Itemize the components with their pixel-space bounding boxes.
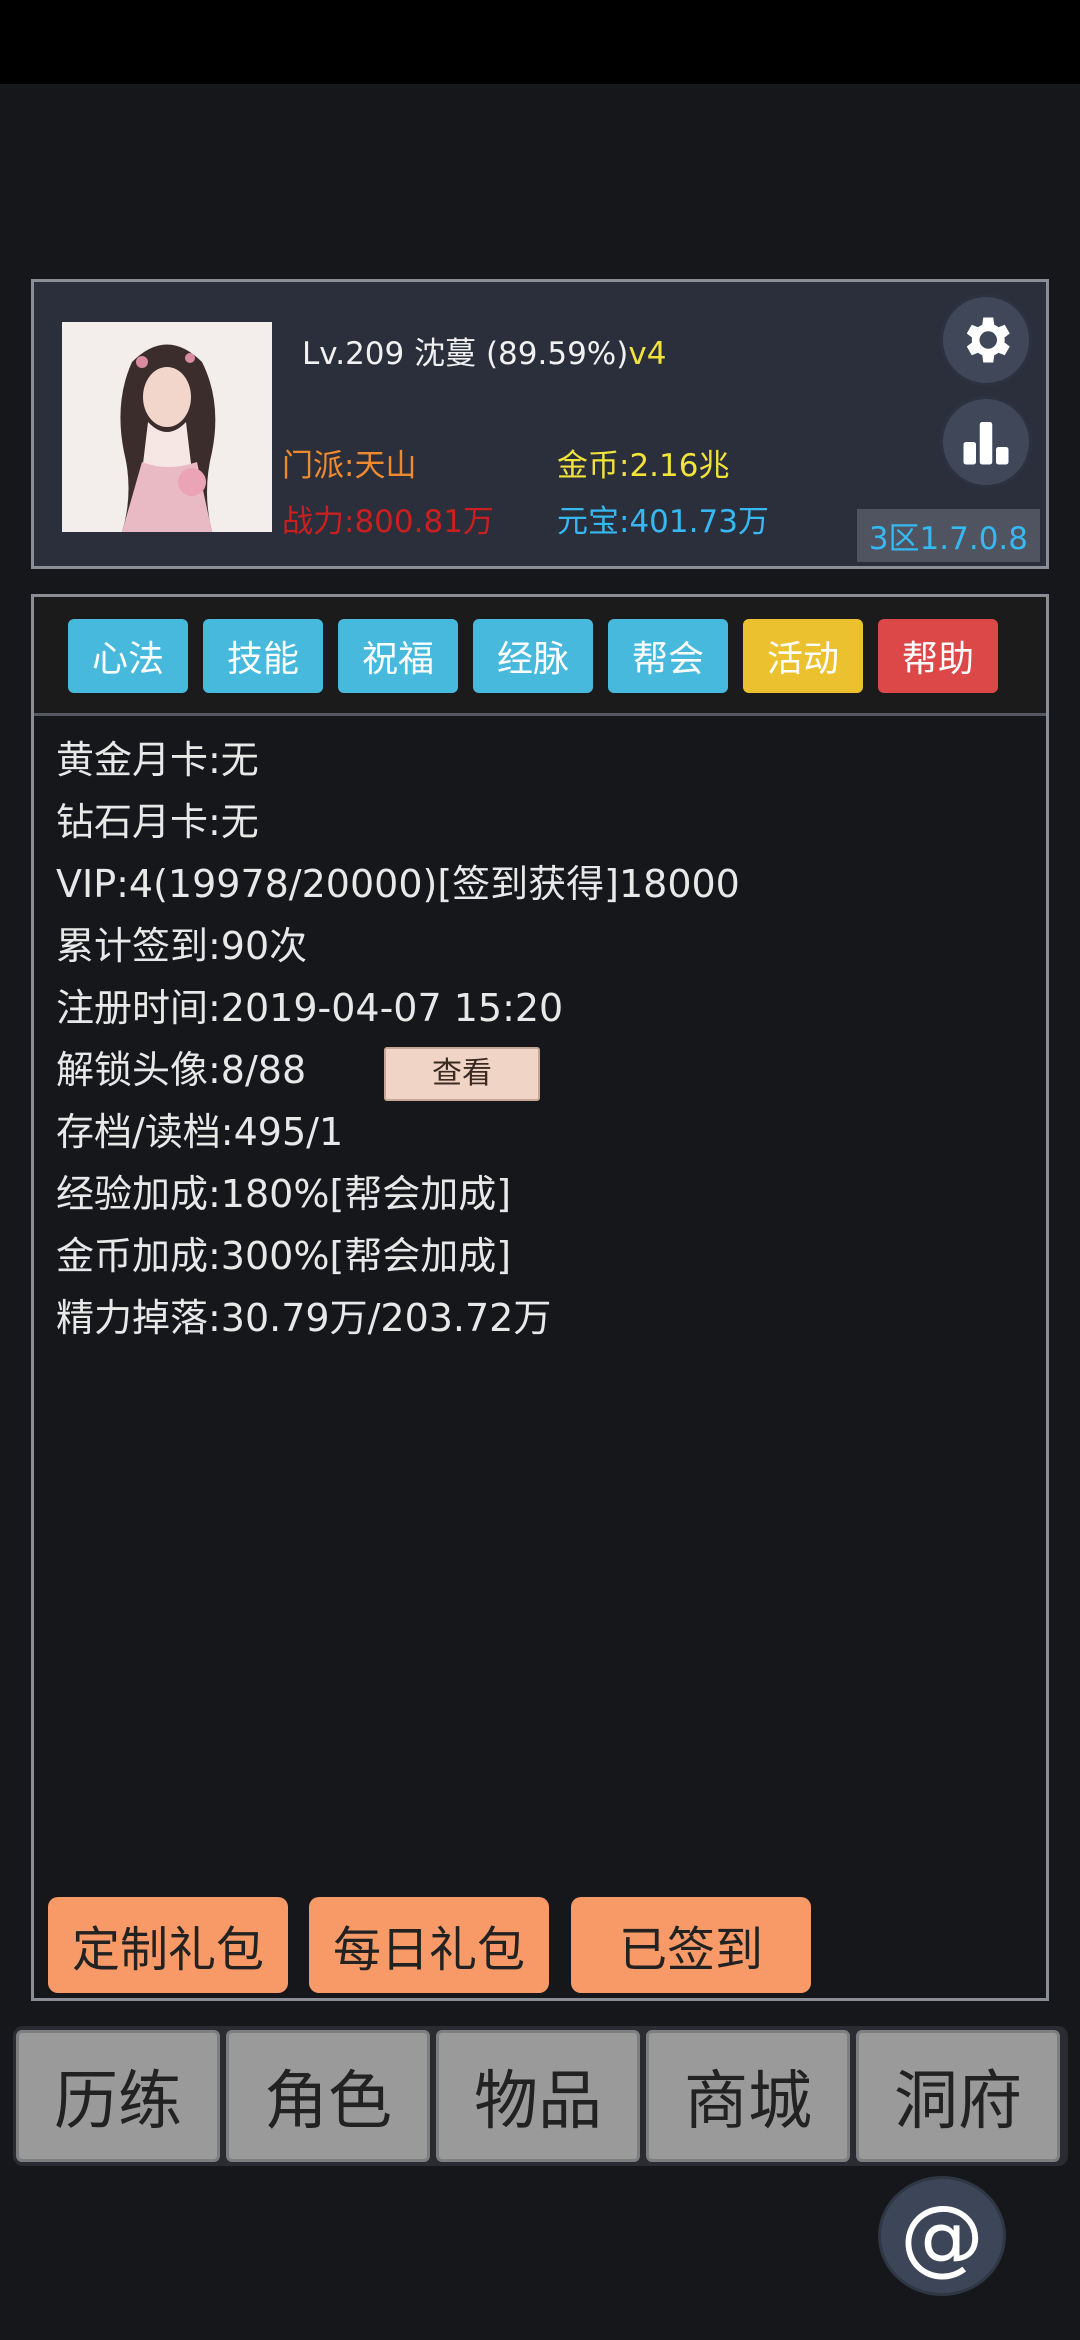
status-bar bbox=[0, 0, 1080, 84]
power-text: 战力:800.81万 bbox=[282, 504, 494, 540]
tab-xinfa[interactable]: 心法 bbox=[68, 619, 188, 693]
function-tabs: 心法 技能 祝福 经脉 帮会 活动 帮助 bbox=[34, 597, 1046, 716]
avatar-unlock-row: 解锁头像:8/88 查看 bbox=[56, 1039, 740, 1101]
nav-cave[interactable]: 洞府 bbox=[856, 2030, 1060, 2162]
nav-training[interactable]: 历练 bbox=[16, 2030, 220, 2162]
gold-text: 金币:2.16兆 bbox=[557, 448, 730, 484]
main-panel: 心法 技能 祝福 经脉 帮会 活动 帮助 黄金月卡:无 钻石月卡:无 VIP:4… bbox=[31, 594, 1049, 2001]
character-avatar[interactable] bbox=[62, 322, 272, 532]
tab-blessing[interactable]: 祝福 bbox=[338, 619, 458, 693]
tab-guild[interactable]: 帮会 bbox=[608, 619, 728, 693]
sect-text: 门派:天山 bbox=[282, 448, 417, 484]
custom-gift-button[interactable]: 定制礼包 bbox=[48, 1897, 288, 1993]
save-load-count: 存档/读档:495/1 bbox=[56, 1110, 344, 1154]
diamond-month-card: 钻石月卡:无 bbox=[56, 800, 259, 844]
vip-tag: v4 bbox=[628, 336, 667, 372]
bar-chart-icon bbox=[963, 422, 1009, 465]
gold-bonus: 金币加成:300%[帮会加成] bbox=[56, 1234, 512, 1278]
register-time: 注册时间:2019-04-07 15:20 bbox=[56, 986, 564, 1030]
yuanbao-text: 元宝:401.73万 bbox=[557, 504, 769, 540]
avatar-portrait-icon bbox=[62, 322, 272, 532]
at-icon: @ bbox=[900, 2187, 984, 2285]
view-avatars-button[interactable]: 查看 bbox=[384, 1047, 540, 1101]
daily-gift-button[interactable]: 每日礼包 bbox=[309, 1897, 549, 1993]
bottom-nav: 历练 角色 物品 商城 洞府 bbox=[13, 2026, 1068, 2166]
energy-drop: 精力掉落:30.79万/203.72万 bbox=[56, 1296, 552, 1340]
ranking-button[interactable] bbox=[940, 396, 1032, 488]
tab-meridians[interactable]: 经脉 bbox=[473, 619, 593, 693]
version-label: 3区1.7.0.8 bbox=[856, 509, 1040, 562]
tab-help[interactable]: 帮助 bbox=[878, 619, 998, 693]
character-info-list: 黄金月卡:无 钻石月卡:无 VIP:4(19978/20000)[签到获得]18… bbox=[56, 729, 740, 1349]
vip-progress: VIP:4(19978/20000)[签到获得]18000 bbox=[56, 862, 740, 906]
gear-icon bbox=[966, 317, 1010, 363]
nav-character[interactable]: 角色 bbox=[226, 2030, 430, 2162]
nav-shop[interactable]: 商城 bbox=[646, 2030, 850, 2162]
checkin-count: 累计签到:90次 bbox=[56, 924, 308, 968]
tab-events[interactable]: 活动 bbox=[743, 619, 863, 693]
mention-button[interactable]: @ bbox=[878, 2176, 1006, 2296]
level-text: Lv.209 bbox=[302, 336, 405, 372]
character-name: 沈蔓 bbox=[414, 336, 477, 372]
settings-button[interactable] bbox=[940, 294, 1032, 386]
exp-percent: (89.59%) bbox=[485, 336, 629, 372]
profile-card: Lv.209 沈蔓 (89.59%)v4 门派:天山 战力:800.81万 金币… bbox=[31, 279, 1049, 569]
nav-items[interactable]: 物品 bbox=[436, 2030, 640, 2162]
signed-in-button[interactable]: 已签到 bbox=[571, 1897, 811, 1993]
avatars-unlocked: 解锁头像:8/88 bbox=[56, 1048, 307, 1092]
exp-bonus: 经验加成:180%[帮会加成] bbox=[56, 1172, 512, 1216]
gold-month-card: 黄金月卡:无 bbox=[56, 738, 259, 782]
name-line: Lv.209 沈蔓 (89.59%)v4 bbox=[302, 328, 666, 373]
tab-skills[interactable]: 技能 bbox=[203, 619, 323, 693]
